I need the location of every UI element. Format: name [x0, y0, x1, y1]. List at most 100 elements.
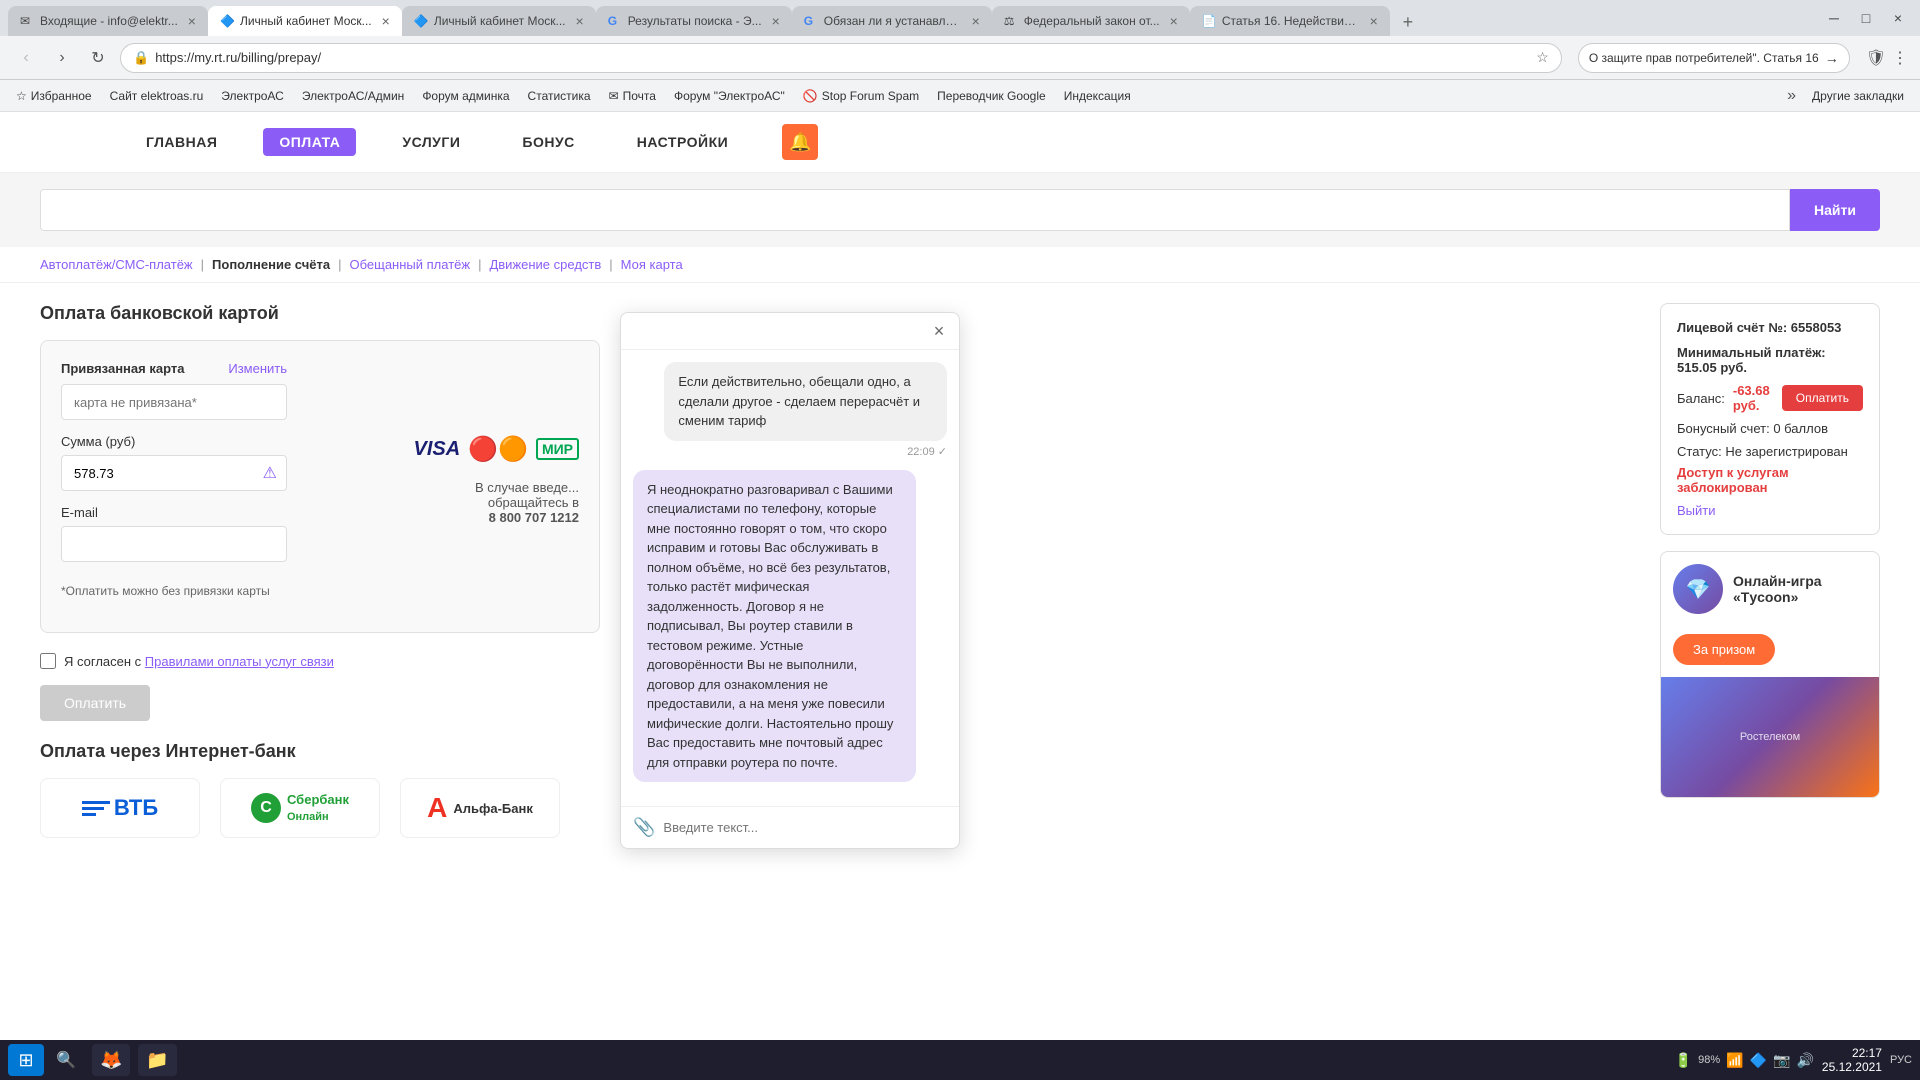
card-number-input[interactable] — [61, 384, 287, 420]
shield-ext-icon[interactable]: 🛡 — [1866, 48, 1886, 68]
nav-item-payment[interactable]: ОПЛАТА — [263, 128, 356, 156]
nav-item-main[interactable]: ГЛАВНАЯ — [130, 128, 233, 156]
pay-now-button[interactable]: Оплатить — [1782, 385, 1863, 411]
agree-checkbox[interactable] — [40, 653, 56, 669]
balance-value: -63.68 руб. — [1733, 383, 1774, 413]
search-taskbar-button[interactable]: 🔍 — [48, 1044, 84, 1076]
bookmark-stop-forum-spam[interactable]: 🚫 Stop Forum Spam — [795, 87, 927, 105]
extension-icons: 🛡 ⋮ — [1866, 48, 1908, 68]
tab-title-6: Федеральный закон от... — [1024, 14, 1160, 28]
menu-icon[interactable]: ⋮ — [1892, 48, 1908, 68]
envelope-icon: ✉ — [609, 89, 619, 103]
card-right: VISA 🔴🟠 МИР В случае введе... обращайтес… — [413, 435, 579, 525]
chat-input[interactable] — [663, 820, 947, 835]
min-payment-currency: руб. — [1720, 360, 1747, 375]
taskbar-right: 🔋 98% 📶 🔷 📷 🔊 22:17 25.12.2021 РУС — [1675, 1046, 1912, 1074]
address-bar: ‹ › ↻ 🔒 https://my.rt.ru/billing/prepay/… — [0, 36, 1920, 80]
bookmark-forum-elektroas[interactable]: Форум "ЭлектроАС" — [666, 87, 793, 105]
tab-2[interactable]: 🔷 Личный кабинет Моск... × — [208, 6, 402, 36]
search-input[interactable] — [40, 189, 1790, 231]
tab-title-4: Результаты поиска - Э... — [628, 14, 762, 28]
chat-close-button[interactable]: × — [927, 319, 951, 343]
tab-favicon-4: G — [608, 14, 622, 28]
close-window-button[interactable]: × — [1884, 4, 1912, 32]
breadcrumb-movements[interactable]: Движение средств — [489, 257, 601, 272]
bookmark-mail[interactable]: ✉ Почта — [601, 87, 664, 105]
bookmark-favorite[interactable]: ☆ Избранное — [8, 87, 100, 105]
forward-button[interactable]: › — [48, 44, 76, 72]
pay-button[interactable]: Оплатить — [40, 685, 150, 721]
nav-item-settings[interactable]: НАСТРОЙКИ — [621, 128, 744, 156]
taskbar-app-firefox[interactable]: 🦊 — [92, 1044, 130, 1076]
tab-3[interactable]: 🔷 Личный кабинет Моск... × — [402, 6, 596, 36]
star-icon[interactable]: ☆ — [1536, 49, 1549, 66]
alfa-bank-logo[interactable]: А Альфа-Банк — [400, 778, 560, 838]
ad-button[interactable]: За призом — [1673, 634, 1775, 665]
breadcrumb-sep-1: | — [201, 257, 204, 272]
sidebar-search[interactable]: О защите прав потребителей". Статья 16 → — [1578, 43, 1850, 73]
bookmark-forum-admin[interactable]: Форум админка — [414, 87, 517, 105]
search-section: Найти — [0, 173, 1920, 247]
notification-icon[interactable]: 🔔 — [782, 124, 818, 160]
logout-link[interactable]: Выйти — [1677, 503, 1716, 518]
tab-close-3[interactable]: × — [576, 13, 584, 29]
email-input[interactable] — [61, 526, 287, 562]
address-input[interactable]: 🔒 https://my.rt.ru/billing/prepay/ ☆ — [120, 43, 1562, 73]
bookmark-label: Сайт elektroas.ru — [110, 89, 204, 103]
tab-close-1[interactable]: × — [188, 13, 196, 29]
nav-item-services[interactable]: УСЛУГИ — [386, 128, 476, 156]
other-bookmarks[interactable]: Другие закладки — [1804, 87, 1912, 105]
card-label-row: Привязанная карта Изменить — [61, 361, 287, 376]
ad-box: 💎 Онлайн-игра «Тycoon» За призом Ростеле… — [1660, 551, 1880, 798]
bookmark-elektroas[interactable]: ЭлектроАС — [213, 87, 292, 105]
breadcrumb-mycard[interactable]: Моя карта — [621, 257, 683, 272]
minimize-button[interactable]: ─ — [1820, 4, 1848, 32]
tab-title-7: Статья 16. Недействите... — [1222, 14, 1360, 28]
tab-1[interactable]: ✉ Входящие - info@elektr... × — [8, 6, 208, 36]
battery-icon: 🔋 — [1675, 1052, 1692, 1069]
search-button[interactable]: Найти — [1790, 189, 1880, 231]
bookmark-more-button[interactable]: » — [1781, 85, 1802, 107]
nav-item-bonus[interactable]: БОНУС — [506, 128, 590, 156]
bonus-row: Бонусный счет: 0 баллов — [1677, 421, 1863, 436]
tab-5[interactable]: G Обязан ли я устанавли... × — [792, 6, 992, 36]
change-card-link[interactable]: Изменить — [228, 361, 287, 376]
tab-7[interactable]: 📄 Статья 16. Недействите... × — [1190, 6, 1390, 36]
tab-title-1: Входящие - info@elektr... — [40, 14, 178, 28]
sber-bank-logo[interactable]: С СбербанкОнлайн — [220, 778, 380, 838]
page-content: ГЛАВНАЯ ОПЛАТА УСЛУГИ БОНУС НАСТРОЙКИ 🔔 … — [0, 112, 1920, 1080]
tab-title-2: Личный кабинет Моск... — [240, 14, 372, 28]
breadcrumb-topup[interactable]: Пополнение счёта — [212, 257, 330, 272]
amount-input[interactable] — [61, 455, 287, 491]
breadcrumb-autoplay[interactable]: Автоплатёж/СМС-платёж — [40, 257, 193, 272]
min-payment-value: 515.05 — [1677, 360, 1717, 375]
maximize-button[interactable]: □ — [1852, 4, 1880, 32]
tab-close-4[interactable]: × — [772, 13, 780, 29]
reload-button[interactable]: ↻ — [84, 44, 112, 72]
back-button[interactable]: ‹ — [12, 44, 40, 72]
tab-4[interactable]: G Результаты поиска - Э... × — [596, 6, 792, 36]
breadcrumb-promised[interactable]: Обещанный платёж — [349, 257, 470, 272]
tab-close-2[interactable]: × — [382, 13, 390, 29]
tab-close-5[interactable]: × — [972, 13, 980, 29]
tab-favicon-7: 📄 — [1202, 14, 1216, 28]
tab-6[interactable]: ⚖ Федеральный закон от... × — [992, 6, 1190, 36]
bonus-value: 0 баллов — [1773, 421, 1828, 436]
bookmark-label: Stop Forum Spam — [822, 89, 919, 103]
attach-icon[interactable]: 📎 — [633, 817, 655, 838]
rules-link[interactable]: Правилами оплаты услуг связи — [145, 654, 334, 669]
bookmark-stats[interactable]: Статистика — [520, 87, 599, 105]
start-button[interactable]: ⊞ — [8, 1044, 44, 1076]
bookmark-indexing[interactable]: Индексация — [1056, 87, 1139, 105]
taskbar-app-file-manager[interactable]: 📁 — [138, 1044, 176, 1076]
chat-messages: Если действительно, обещали одно, а сдел… — [621, 350, 959, 806]
bookmark-elektroas-site[interactable]: Сайт elektroas.ru — [102, 87, 212, 105]
vtb-bank-logo[interactable]: ВТБ — [40, 778, 200, 838]
tab-close-7[interactable]: × — [1370, 13, 1378, 29]
bookmark-label: Переводчик Google — [937, 89, 1046, 103]
new-tab-button[interactable]: + — [1394, 8, 1422, 36]
bookmark-translator[interactable]: Переводчик Google — [929, 87, 1054, 105]
bookmark-elektroas-admin[interactable]: ЭлектроАС/Админ — [294, 87, 412, 105]
tab-close-6[interactable]: × — [1170, 13, 1178, 29]
chat-popup: × Если действительно, обещали одно, а сд… — [620, 312, 960, 849]
